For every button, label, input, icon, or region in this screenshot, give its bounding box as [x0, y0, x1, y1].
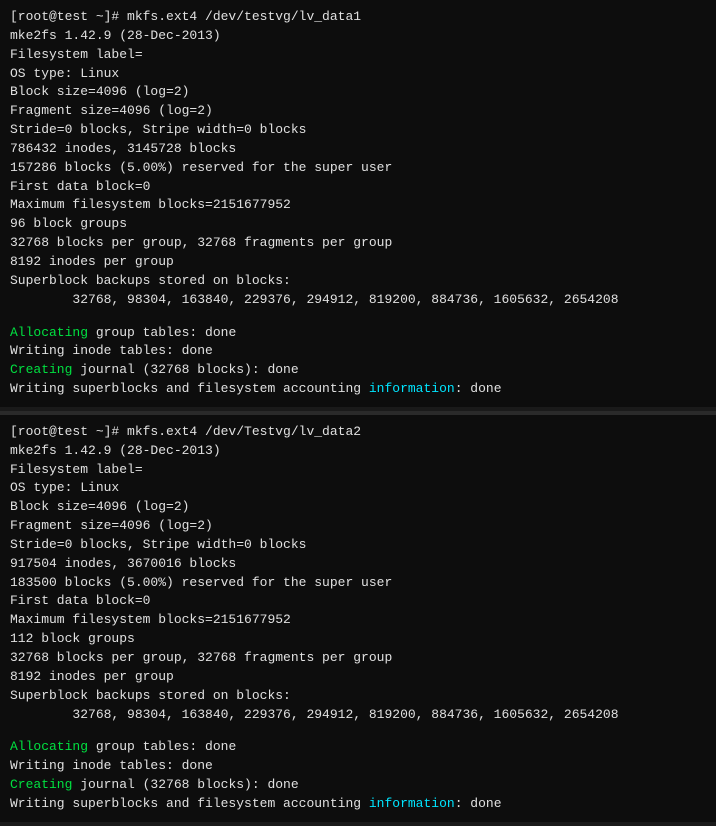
output-line-2-1: mke2fs 1.42.9 (28-Dec-2013)	[10, 442, 706, 461]
creating-line-1: Creating journal (32768 blocks): done	[10, 361, 706, 380]
output-line-15: 32768, 98304, 163840, 229376, 294912, 81…	[10, 291, 706, 310]
creating-line-2: Creating journal (32768 blocks): done	[10, 776, 706, 795]
output-line-2-8: 183500 blocks (5.00%) reserved for the s…	[10, 574, 706, 593]
empty-line-1	[10, 310, 706, 324]
alloc-line-2: Allocating group tables: done	[10, 738, 706, 757]
output-line-6: Stride=0 blocks, Stripe width=0 blocks	[10, 121, 706, 140]
output-line-2-3: OS type: Linux	[10, 479, 706, 498]
output-line-8: 157286 blocks (5.00%) reserved for the s…	[10, 159, 706, 178]
output-line-2-9: First data block=0	[10, 592, 706, 611]
output-line-14: Superblock backups stored on blocks:	[10, 272, 706, 291]
creating-keyword-2: Creating	[10, 777, 72, 792]
cmd-line-1: [root@test ~]# mkfs.ext4 /dev/testvg/lv_…	[10, 8, 706, 27]
output-line-2-5: Fragment size=4096 (log=2)	[10, 517, 706, 536]
output-line-5: Fragment size=4096 (log=2)	[10, 102, 706, 121]
output-line-2-7: 917504 inodes, 3670016 blocks	[10, 555, 706, 574]
output-line-2-10: Maximum filesystem blocks=2151677952	[10, 611, 706, 630]
output-line-2-14: Superblock backups stored on blocks:	[10, 687, 706, 706]
terminal-container: [root@test ~]# mkfs.ext4 /dev/testvg/lv_…	[0, 0, 716, 822]
output-line-2-2: Filesystem label=	[10, 461, 706, 480]
output-line-2-13: 8192 inodes per group	[10, 668, 706, 687]
writing-inode-1: Writing inode tables: done	[10, 342, 706, 361]
information-keyword-1: information	[369, 381, 455, 396]
terminal-block-2: [root@test ~]# mkfs.ext4 /dev/Testvg/lv_…	[0, 415, 716, 822]
alloc-keyword-1: Allocating	[10, 325, 88, 340]
output-line-9: First data block=0	[10, 178, 706, 197]
terminal-block-1: [root@test ~]# mkfs.ext4 /dev/testvg/lv_…	[0, 0, 716, 407]
creating-keyword-1: Creating	[10, 362, 72, 377]
output-line-13: 8192 inodes per group	[10, 253, 706, 272]
alloc-line-1: Allocating group tables: done	[10, 324, 706, 343]
output-line-2-4: Block size=4096 (log=2)	[10, 498, 706, 517]
output-line-4: Block size=4096 (log=2)	[10, 83, 706, 102]
output-line-3: OS type: Linux	[10, 65, 706, 84]
output-line-11: 96 block groups	[10, 215, 706, 234]
output-line-2: Filesystem label=	[10, 46, 706, 65]
writing-super-1: Writing superblocks and filesystem accou…	[10, 380, 706, 399]
output-line-1: mke2fs 1.42.9 (28-Dec-2013)	[10, 27, 706, 46]
output-line-10: Maximum filesystem blocks=2151677952	[10, 196, 706, 215]
output-line-2-6: Stride=0 blocks, Stripe width=0 blocks	[10, 536, 706, 555]
output-line-2-11: 112 block groups	[10, 630, 706, 649]
empty-line-2	[10, 724, 706, 738]
alloc-keyword-2: Allocating	[10, 739, 88, 754]
writing-super-2: Writing superblocks and filesystem accou…	[10, 795, 706, 814]
cmd-line-2: [root@test ~]# mkfs.ext4 /dev/Testvg/lv_…	[10, 423, 706, 442]
writing-inode-2: Writing inode tables: done	[10, 757, 706, 776]
output-line-2-15: 32768, 98304, 163840, 229376, 294912, 81…	[10, 706, 706, 725]
information-keyword-2: information	[369, 796, 455, 811]
output-line-2-12: 32768 blocks per group, 32768 fragments …	[10, 649, 706, 668]
output-line-7: 786432 inodes, 3145728 blocks	[10, 140, 706, 159]
output-line-12: 32768 blocks per group, 32768 fragments …	[10, 234, 706, 253]
